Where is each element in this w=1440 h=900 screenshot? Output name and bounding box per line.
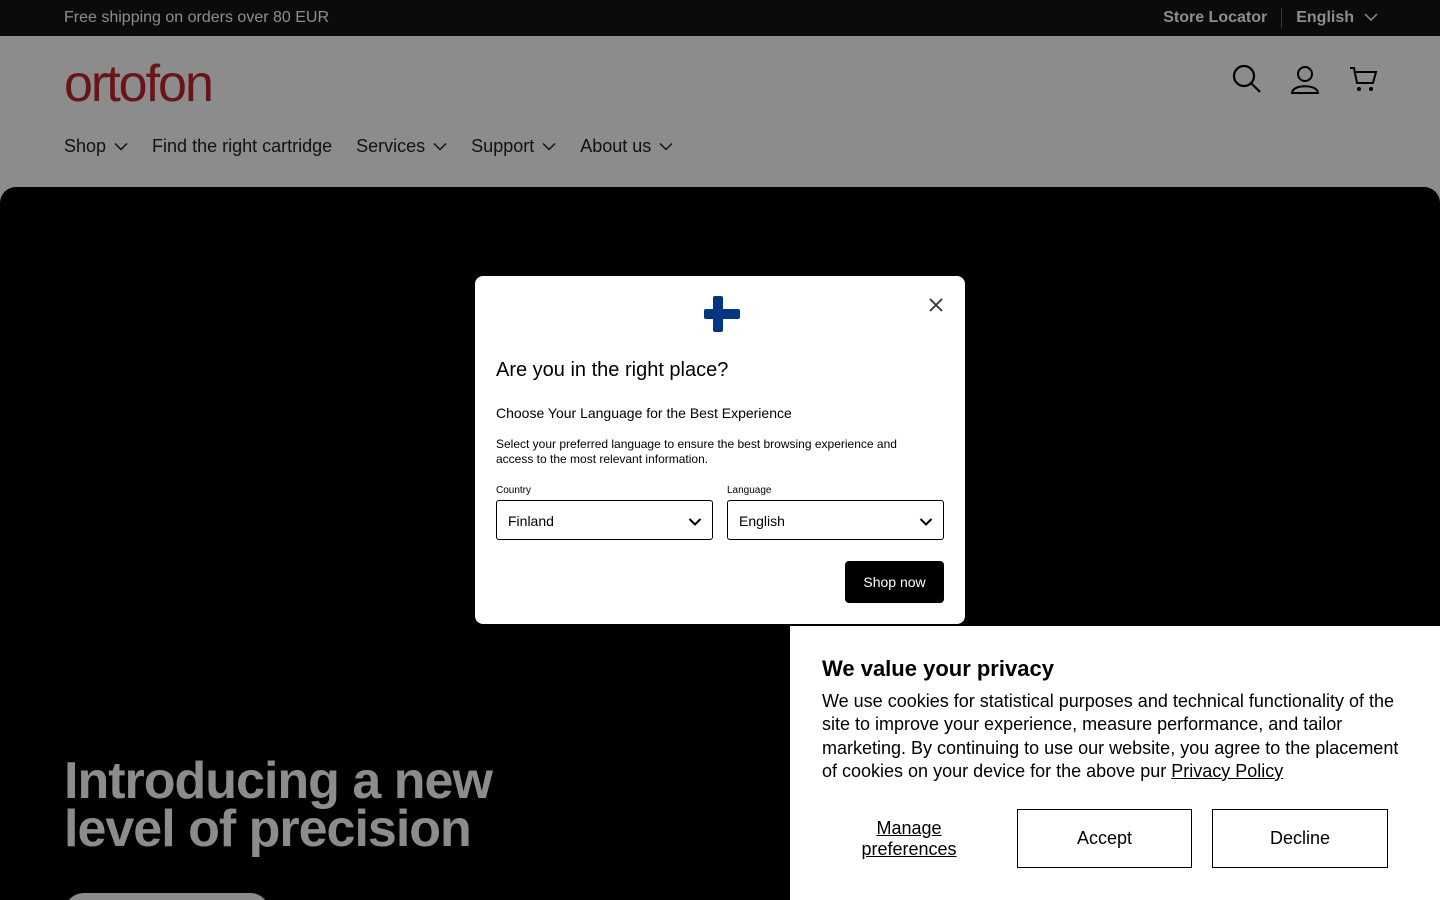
cookie-title: We value your privacy (822, 656, 1054, 681)
close-icon[interactable] (925, 294, 947, 316)
accept-button[interactable]: Accept (1017, 809, 1192, 868)
country-label: Country (496, 485, 532, 496)
shop-now-button[interactable]: Shop now (845, 561, 944, 603)
country-select[interactable]: Finland (496, 500, 713, 540)
chevron-down-icon (688, 514, 702, 530)
finland-flag-icon (704, 296, 740, 337)
language-modal: Are you in the right place? Choose Your … (475, 276, 965, 624)
decline-button[interactable]: Decline (1212, 809, 1388, 868)
chevron-down-icon (919, 514, 933, 530)
privacy-policy-link[interactable]: Privacy Policy (1171, 761, 1283, 781)
cookie-text: We use cookies for statistical purposes … (822, 691, 1399, 781)
modal-title: Are you in the right place? (496, 359, 729, 381)
language-label: Language (727, 485, 772, 496)
modal-subtitle: Choose Your Language for the Best Experi… (496, 405, 792, 421)
manage-preferences-link[interactable]: Manage preferences (844, 818, 974, 860)
modal-description: Select your preferred language to ensure… (496, 437, 897, 466)
cookie-banner: We value your privacy We use cookies for… (790, 626, 1440, 900)
language-select[interactable]: English (727, 500, 944, 540)
